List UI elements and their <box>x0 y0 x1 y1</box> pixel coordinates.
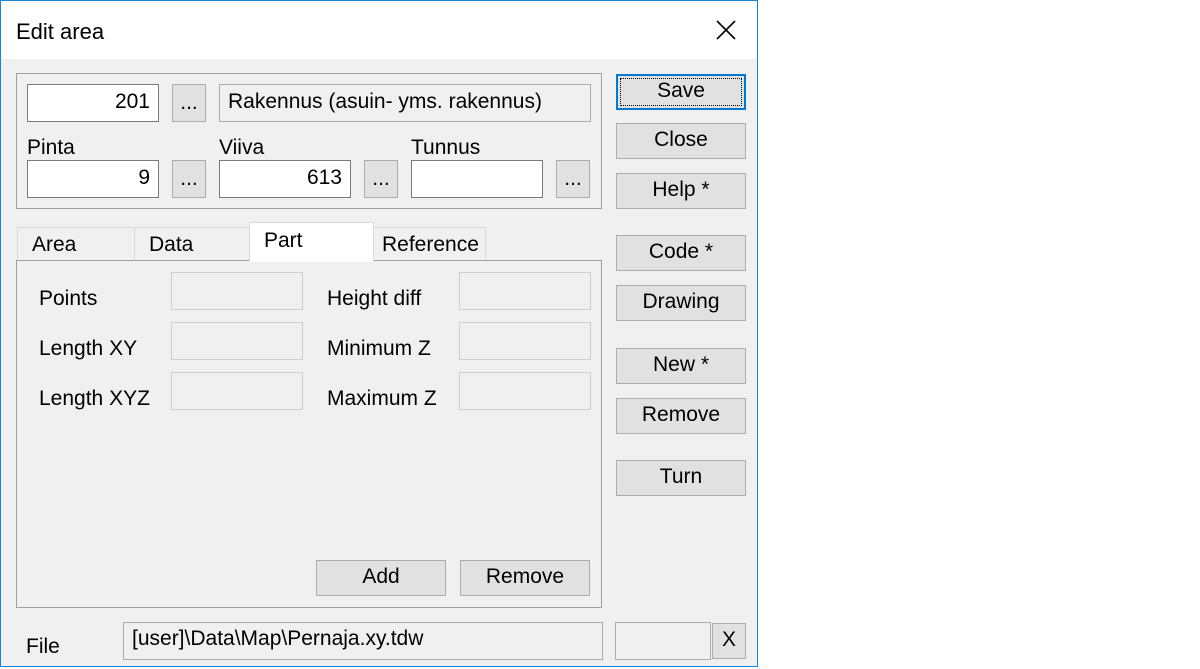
save-button[interactable]: Save <box>616 74 746 110</box>
height-diff-field <box>459 272 591 310</box>
height-diff-label: Height diff <box>327 287 422 310</box>
length-xy-field <box>171 322 303 360</box>
close-window-button[interactable] <box>704 11 748 51</box>
turn-button[interactable]: Turn <box>616 460 746 496</box>
minimum-z-label: Minimum Z <box>327 337 431 360</box>
code-groupbox: 201 ... Rakennus (asuin- yms. rakennus) … <box>16 73 602 209</box>
length-xy-label: Length XY <box>39 337 138 360</box>
code-input[interactable]: 201 <box>27 84 159 122</box>
tab-area[interactable]: Area <box>17 227 135 261</box>
pinta-input[interactable]: 9 <box>27 160 159 198</box>
points-label: Points <box>39 287 98 310</box>
viiva-input[interactable]: 613 <box>219 160 351 198</box>
file-label: File <box>26 635 60 658</box>
tunnus-label: Tunnus <box>411 136 481 159</box>
edit-area-dialog: Edit area 201 ... Rakennus (asuin- yms. … <box>0 0 758 667</box>
new-button[interactable]: New * <box>616 348 746 384</box>
pinta-label: Pinta <box>27 136 75 159</box>
viiva-browse-button[interactable]: ... <box>364 160 398 198</box>
file-clear-button[interactable]: X <box>712 623 746 659</box>
minimum-z-field <box>459 322 591 360</box>
tab-part[interactable]: Part <box>249 222 374 262</box>
file-extra-field <box>615 622 711 660</box>
remove-button[interactable]: Remove <box>616 398 746 434</box>
code-button[interactable]: Code * <box>616 235 746 271</box>
help-button[interactable]: Help * <box>616 173 746 209</box>
tab-reference[interactable]: Reference <box>373 227 486 261</box>
tunnus-input[interactable] <box>411 160 543 198</box>
maximum-z-label: Maximum Z <box>327 387 437 410</box>
close-icon <box>716 20 736 40</box>
part-add-button[interactable]: Add <box>316 560 446 596</box>
part-remove-button[interactable]: Remove <box>460 560 590 596</box>
viiva-label: Viiva <box>219 136 265 159</box>
maximum-z-field <box>459 372 591 410</box>
code-browse-button[interactable]: ... <box>172 84 206 122</box>
part-tab-panel: Points Length XY Length XYZ Height diff … <box>16 260 602 608</box>
title-bar: Edit area <box>1 1 757 59</box>
drawing-button[interactable]: Drawing <box>616 285 746 321</box>
tab-data[interactable]: Data <box>134 227 250 261</box>
close-button[interactable]: Close <box>616 123 746 159</box>
points-field <box>171 272 303 310</box>
code-description: Rakennus (asuin- yms. rakennus) <box>219 84 591 122</box>
length-xyz-label: Length XYZ <box>39 387 150 410</box>
tunnus-browse-button[interactable]: ... <box>556 160 590 198</box>
pinta-browse-button[interactable]: ... <box>172 160 206 198</box>
file-path-field: [user]\Data\Map\Pernaja.xy.tdw <box>123 622 603 660</box>
window-title: Edit area <box>16 19 105 44</box>
length-xyz-field <box>171 372 303 410</box>
